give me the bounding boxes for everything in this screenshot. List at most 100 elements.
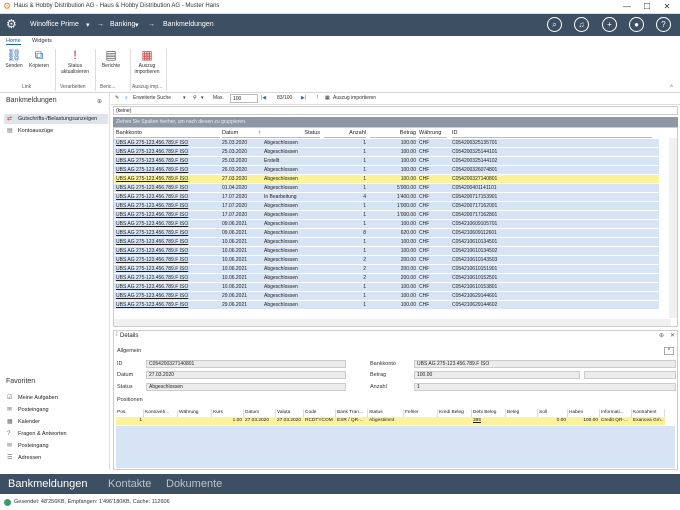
positions-column-header[interactable]: Kontoveh... [144,409,178,417]
field-anzahl[interactable]: 1 [414,383,676,391]
horizontal-scrollbar[interactable] [114,319,671,326]
help-icon[interactable]: ? [656,17,671,32]
table-row[interactable]: UBS AG 275-123.456.789.F ISO 29.06.2021 Ab… [114,292,659,301]
edit-icon[interactable]: ✎ [115,95,119,101]
table-cell[interactable]: UBS AG 275-123.456.789.F ISO [116,256,220,265]
table-cell[interactable]: UBS AG 275-123.456.789.F ISO [116,139,220,148]
favorite-addresses[interactable]: ☰ Adressen [4,453,108,463]
first-page-icon[interactable]: |◀ [261,95,266,101]
table-row[interactable]: UBS AG 275-123.456.789.F ISO 25.03.2020 Ab… [114,139,659,148]
positions-column-header[interactable]: Informati... [600,409,632,417]
tab-widgets[interactable]: Widgets [32,38,52,44]
table-row[interactable]: UBS AG 275-123.456.789.F ISO 27.03.2020 Ab… [114,175,659,184]
positions-column-header[interactable]: Debi Beleg [472,409,506,417]
table-row[interactable]: UBS AG 275-123.456.789.F ISO 17.07.2020 Ab… [114,211,659,220]
favorite-inbox-2[interactable]: ✉ Posteingang [4,441,108,451]
table-cell[interactable]: UBS AG 275-123.456.789.F ISO [116,238,220,247]
table-cell[interactable]: UBS AG 275-123.456.789.F ISO [116,292,220,301]
positions-column-header[interactable]: Haben [568,409,600,417]
table-row[interactable]: UBS AG 275-123.456.789.F ISO 10.06.2021 Ab… [114,256,659,265]
positions-column-header[interactable]: Kredi Beleg [438,409,472,417]
column-header-anzahl[interactable]: Anzahl [324,128,366,138]
table-cell[interactable]: UBS AG 275-123.456.789.F ISO [116,166,220,175]
breadcrumb-app[interactable]: Winoffice Prime [30,21,79,28]
field-status[interactable]: Abgeschlossen [146,383,346,391]
tab-bankmeldungen[interactable]: Bankmeldungen [8,478,88,490]
field-datum[interactable]: 27.03.2020 [146,371,346,379]
table-row[interactable]: UBS AG 275-123.456.789.F ISO 09.06.2021 Ab… [114,220,659,229]
table-row[interactable]: UBS AG 275-123.456.789.F ISO 10.06.2021 Ab… [114,247,659,256]
table-row[interactable]: UBS AG 275-123.456.789.F ISO 01.04.2020 Ab… [114,184,659,193]
favorite-my-tasks[interactable]: ☑ Meine Aufgaben [4,393,108,403]
user-icon[interactable]: ● [629,17,644,32]
table-row[interactable]: UBS AG 275-123.456.789.F ISO 29.06.2021 Ab… [114,301,659,310]
table-row[interactable]: UBS AG 275-123.456.789.F ISO 26.03.2020 Ab… [114,166,659,175]
table-cell[interactable]: UBS AG 275-123.456.789.F ISO [116,301,220,310]
update-status-button[interactable]: ! Status aktualisieren [58,49,92,76]
table-row[interactable]: UBS AG 275-123.456.789.F ISO 17.07.2020 Ab… [114,202,659,211]
positions-column-header[interactable]: Status [368,409,404,417]
tab-home[interactable]: Home [6,38,21,45]
column-header-id[interactable]: ID [452,128,652,138]
close-button[interactable]: ✕ [660,1,674,13]
table-cell[interactable]: UBS AG 275-123.456.789.F ISO [116,211,220,220]
table-row[interactable]: UBS AG 275-123.456.789.F ISO 10.06.2021 Ab… [114,238,659,247]
table-cell[interactable]: UBS AG 275-123.456.789.F ISO [116,148,220,157]
vertical-scrollbar[interactable] [669,138,677,318]
positions-column-header[interactable]: Soll [538,409,568,417]
table-row[interactable]: UBS AG 275-123.456.789.F ISO 09.06.2021 Ab… [114,229,659,238]
table-row[interactable]: UBS AG 275-123.456.789.F ISO 17.07.2020 In… [114,193,659,202]
table-cell[interactable]: UBS AG 275-123.456.789.F ISO [116,247,220,256]
pin-icon[interactable]: ⊕ [659,332,664,339]
chevron-down-icon[interactable]: ▾ [183,95,186,101]
tab-kontakte[interactable]: Kontakte [108,478,151,490]
column-header-waehrung[interactable]: Währung [419,128,447,138]
positions-column-header[interactable]: Kontrahent [632,409,665,417]
advanced-search-button[interactable]: Erweiterte Suche [133,95,171,101]
reports-button[interactable]: ▤ Berichte [98,49,124,70]
positions-column-header[interactable]: Datum [244,409,276,417]
positions-column-header[interactable]: Valuta [276,409,304,417]
last-page-icon[interactable]: ▶| [301,95,306,101]
favorite-qa[interactable]: ? Fragen & Antworten [4,429,108,439]
collapse-icon[interactable]: ^ [664,347,674,355]
favorite-calendar[interactable]: ▦ Kalender [4,417,108,427]
table-cell[interactable]: UBS AG 275-123.456.789.F ISO [116,184,220,193]
table-cell[interactable]: UBS AG 275-123.456.789.F ISO [116,283,220,292]
pin-icon[interactable]: ⊕ [97,98,102,105]
table-cell[interactable]: UBS AG 275-123.456.789.F ISO [116,265,220,274]
minimize-button[interactable]: — [620,1,634,13]
table-cell[interactable]: UBS AG 275-123.456.789.F ISO [116,274,220,283]
table-row[interactable]: UBS AG 275-123.456.789.F ISO 10.06.2021 Ab… [114,283,659,292]
column-header-datum[interactable]: Datum [222,128,262,138]
table-cell[interactable]: UBS AG 275-123.456.789.F ISO [116,202,220,211]
filter-clear-icon[interactable]: ▾ [201,95,204,101]
maximize-button[interactable]: ☐ [640,1,654,13]
collapse-ribbon-icon[interactable]: ^ [670,85,673,91]
filter-row[interactable]: (keine) [113,106,678,115]
field-id[interactable]: C054200327140801 [146,360,346,368]
positions-column-header[interactable]: Beleg [506,409,538,417]
field-bankkonto[interactable]: UBS AG 275-123.456.789.F ISO [414,360,676,368]
field-betrag[interactable]: 100.00 [414,371,580,379]
sidebar-item-statements[interactable]: ▤ Kontoauszüge [4,126,108,136]
table-row[interactable]: UBS AG 275-123.456.789.F ISO 25.03.2020 Er… [114,157,659,166]
table-cell[interactable]: UBS AG 275-123.456.789.F ISO [116,193,220,202]
import-statement-link[interactable]: Auszug importieren [333,95,376,101]
copy-button[interactable]: ⧉ Kopieren [28,49,50,70]
table-cell[interactable]: UBS AG 275-123.456.789.F ISO [116,220,220,229]
positions-column-header[interactable]: Pos. [116,409,144,417]
table-row[interactable]: UBS AG 275-123.456.789.F ISO 10.06.2021 Ab… [114,274,659,283]
positions-column-header[interactable]: Code [304,409,336,417]
max-rows-select[interactable]: 100 [230,94,258,103]
bell-icon[interactable]: ♫ [574,17,589,32]
close-icon[interactable]: ✕ [670,332,675,339]
breadcrumb-area[interactable]: Banking [110,21,135,28]
import-statement-button[interactable]: ▦ Auszug importieren [132,49,162,76]
table-cell[interactable]: UBS AG 275-123.456.789.F ISO [116,157,220,166]
positions-column-header[interactable]: Währung [178,409,212,417]
alert-icon[interactable]: ! [317,95,318,101]
table-cell[interactable]: UBS AG 275-123.456.789.F ISO [116,175,220,184]
field-betrag-extra[interactable] [584,371,676,379]
sidebar-item-credit-debit-notices[interactable]: ⇄ Gutschrifts-/Belastungsanzeigen [4,114,108,124]
